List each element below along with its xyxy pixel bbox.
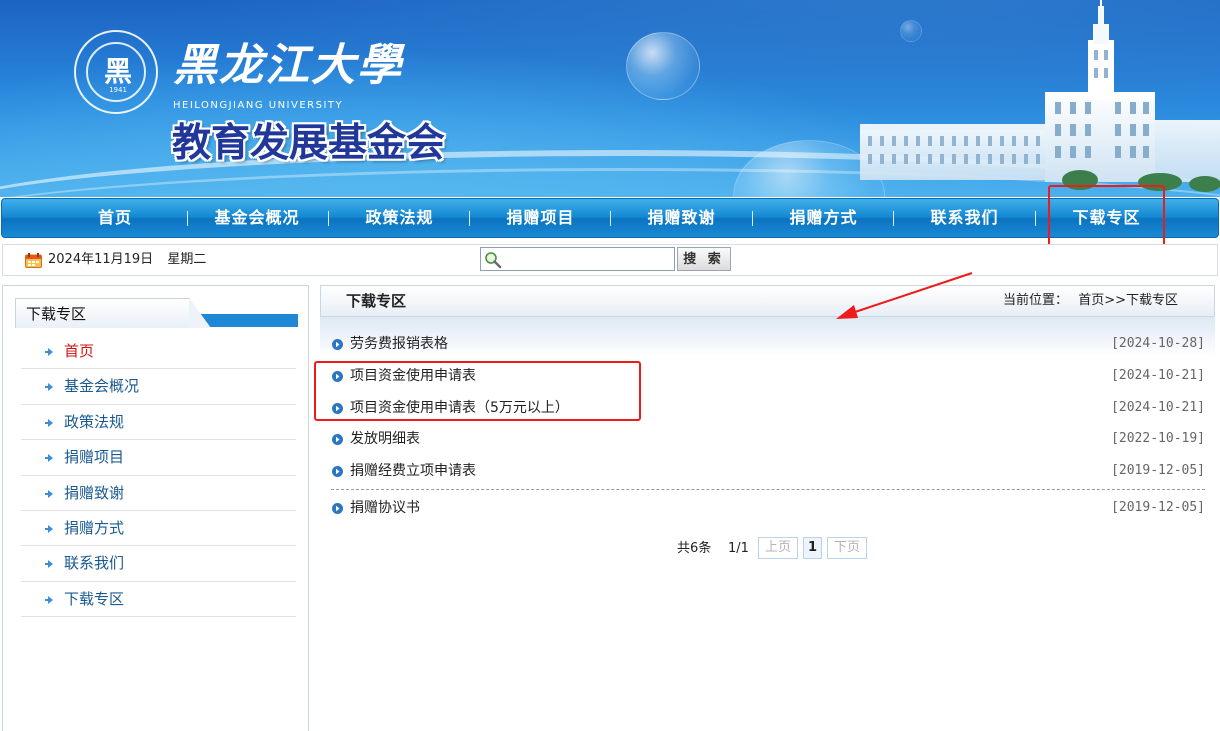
sidebar-item-downloads[interactable]: 下载专区 <box>21 582 296 618</box>
arrow-right-icon <box>45 383 53 392</box>
list-item[interactable]: 捐赠经费立项申请表 [2019-12-05] <box>331 456 1205 486</box>
nav-separator <box>1035 211 1036 226</box>
main-navigation: 首页 基金会概况 政策法规 捐赠项目 捐赠致谢 捐赠方式 联系我们 下载专区 <box>1 198 1219 238</box>
date-value: 2024年11月19日 <box>48 252 154 267</box>
arrow-right-icon <box>45 454 53 463</box>
nav-donation-projects[interactable]: 捐赠项目 <box>488 199 593 237</box>
sidebar-item-donation-methods[interactable]: 捐赠方式 <box>21 511 296 547</box>
arrow-right-icon <box>45 560 53 569</box>
sidebar-item-label: 联系我们 <box>64 554 125 573</box>
university-seal-logo: 黑 1941 <box>74 30 158 114</box>
annotation-highlight-box <box>1048 185 1165 253</box>
banner-bubble <box>626 32 700 100</box>
university-name-en: HEILONGJIANG UNIVERSITY <box>173 100 344 111</box>
sidebar: 下载专区 首页 基金会概况 政策法规 捐赠项目 捐赠致谢 捐赠方式 联系我们 下… <box>2 285 309 731</box>
arrow-right-icon <box>45 418 53 427</box>
file-date: [2019-12-05] <box>1111 463 1205 478</box>
sidebar-header: 下载专区 <box>15 298 298 330</box>
next-page-button[interactable]: 下页 <box>827 537 867 559</box>
search-box <box>480 247 675 271</box>
sidebar-item-label: 捐赠项目 <box>64 448 125 467</box>
list-item[interactable]: 劳务费报销表格 [2024-10-28] <box>331 329 1205 359</box>
sidebar-item-label: 捐赠方式 <box>64 518 125 537</box>
nav-separator <box>469 211 470 226</box>
file-title[interactable]: 劳务费报销表格 <box>350 329 448 359</box>
file-date: [2024-10-28] <box>1111 336 1205 351</box>
nav-donation-methods[interactable]: 捐赠方式 <box>771 199 876 237</box>
seal-year: 1941 <box>109 86 127 94</box>
file-date: [2022-10-19] <box>1111 431 1205 446</box>
file-title[interactable]: 捐赠协议书 <box>350 493 420 523</box>
weekday-value: 星期二 <box>167 252 207 267</box>
circle-arrow-icon <box>332 503 343 514</box>
main-building-image <box>860 0 1220 192</box>
file-date: [2024-10-21] <box>1111 368 1205 383</box>
breadcrumb-label: 当前位置： <box>1003 293 1069 308</box>
search-input[interactable] <box>505 249 674 271</box>
circle-arrow-icon <box>332 339 343 350</box>
sidebar-item-label: 下载专区 <box>64 589 125 608</box>
file-title[interactable]: 捐赠经费立项申请表 <box>350 456 476 486</box>
circle-arrow-icon <box>332 466 343 477</box>
page-1-button[interactable]: 1 <box>803 537 822 559</box>
nav-separator <box>328 211 329 226</box>
annotation-highlight-box <box>314 361 641 421</box>
calendar-icon <box>25 253 42 268</box>
nav-contact-us[interactable]: 联系我们 <box>912 199 1017 237</box>
search-icon <box>485 252 502 269</box>
header-banner: 黑 1941 黑龙江大學 HEILONGJIANG UNIVERSITY 教育发… <box>0 0 1220 197</box>
list-divider <box>331 489 1205 490</box>
prev-page-button[interactable]: 上页 <box>758 537 798 559</box>
foundation-title: 教育发展基金会 <box>172 120 446 166</box>
file-title[interactable]: 发放明细表 <box>350 424 420 454</box>
breadcrumb: 当前位置： 首页>>下载专区 <box>997 286 1178 316</box>
pagination-pages: 1/1 <box>728 541 749 556</box>
sidebar-item-label: 捐赠致谢 <box>64 483 125 502</box>
nav-separator <box>752 211 753 226</box>
sidebar-item-contact-us[interactable]: 联系我们 <box>21 546 296 582</box>
nav-separator <box>187 211 188 226</box>
sidebar-item-foundation-overview[interactable]: 基金会概况 <box>21 369 296 405</box>
arrow-right-icon <box>45 348 53 356</box>
pagination-total: 共6条 <box>677 541 712 556</box>
page-title: 下载专区 <box>346 292 407 310</box>
current-date: 2024年11月19日 星期二 <box>48 245 206 275</box>
arrow-right-icon <box>45 595 53 604</box>
sidebar-item-donation-projects[interactable]: 捐赠项目 <box>21 440 296 476</box>
list-item[interactable]: 捐赠协议书 [2019-12-05] <box>331 493 1205 523</box>
sidebar-title: 下载专区 <box>26 305 87 323</box>
university-name-logo: 黑龙江大學 <box>173 40 403 91</box>
sidebar-item-label: 基金会概况 <box>64 377 140 396</box>
search-button[interactable]: 搜 索 <box>677 247 731 271</box>
nav-donation-thanks[interactable]: 捐赠致谢 <box>629 199 734 237</box>
sidebar-menu: 首页 基金会概况 政策法规 捐赠项目 捐赠致谢 捐赠方式 联系我们 下载专区 <box>21 334 296 618</box>
nav-foundation-overview[interactable]: 基金会概况 <box>202 199 312 237</box>
sidebar-item-policies[interactable]: 政策法规 <box>21 405 296 441</box>
file-date: [2024-10-21] <box>1111 400 1205 415</box>
content-header: 下载专区 当前位置： 首页>>下载专区 <box>320 285 1215 317</box>
breadcrumb-path[interactable]: 首页>>下载专区 <box>1078 293 1178 308</box>
nav-policies[interactable]: 政策法规 <box>347 199 452 237</box>
sidebar-item-donation-thanks[interactable]: 捐赠致谢 <box>21 476 296 511</box>
sidebar-item-home[interactable]: 首页 <box>21 334 296 370</box>
nav-separator <box>893 211 894 226</box>
sidebar-item-label: 首页 <box>64 342 95 360</box>
file-date: [2019-12-05] <box>1111 500 1205 515</box>
arrow-right-icon <box>45 524 53 533</box>
sidebar-item-label: 政策法规 <box>64 412 125 431</box>
main-content: 下载专区 当前位置： 首页>>下载专区 劳务费报销表格 [2024-10-28]… <box>320 285 1215 731</box>
circle-arrow-icon <box>332 434 343 445</box>
list-item[interactable]: 发放明细表 [2022-10-19] <box>331 424 1205 454</box>
nav-separator <box>610 211 611 226</box>
nav-home[interactable]: 首页 <box>80 199 150 237</box>
arrow-right-icon <box>45 489 53 498</box>
